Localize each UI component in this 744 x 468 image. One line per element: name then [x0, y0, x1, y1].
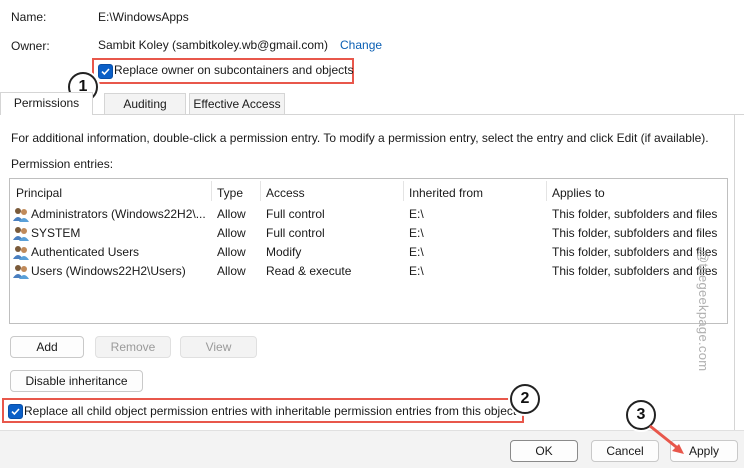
name-label: Name:: [11, 10, 47, 24]
column-separator[interactable]: [260, 181, 261, 201]
column-header-inherited-from[interactable]: Inherited from: [409, 186, 483, 200]
step-2-badge: 2: [510, 384, 540, 414]
watermark: @thegeekpage.com: [696, 250, 711, 372]
tab-effective-access[interactable]: Effective Access: [189, 93, 285, 114]
cell-inherited-from: E:\: [409, 207, 424, 221]
cell-access: Modify: [266, 245, 302, 259]
replace-owner-label: Replace owner on subcontainers and objec…: [114, 63, 354, 77]
table-row[interactable]: Authenticated Users Allow Modify E:\ Thi…: [10, 243, 727, 262]
ok-button[interactable]: OK: [510, 440, 578, 462]
users-group-icon: [13, 265, 29, 279]
users-group-icon: [13, 227, 29, 241]
column-header-applies-to[interactable]: Applies to: [552, 186, 605, 200]
pointer-arrow-icon: [649, 424, 684, 454]
cell-applies-to: This folder, subfolders and files: [552, 264, 718, 278]
cell-access: Full control: [266, 226, 325, 240]
cell-applies-to: This folder, subfolders and files: [552, 226, 718, 240]
cell-type: Allow: [217, 207, 246, 221]
cell-principal: Authenticated Users: [31, 245, 140, 259]
column-separator[interactable]: [546, 181, 547, 201]
cell-applies-to: This folder, subfolders and files: [552, 207, 718, 221]
info-text: For additional information, double-click…: [11, 131, 709, 145]
cell-type: Allow: [217, 264, 246, 278]
column-header-access[interactable]: Access: [266, 186, 305, 200]
cell-principal: Users (Windows22H2\Users): [31, 264, 186, 278]
cell-inherited-from: E:\: [409, 264, 424, 278]
users-group-icon: [13, 208, 29, 222]
replace-owner-checkbox[interactable]: [98, 64, 113, 79]
checkmark-icon: [101, 68, 110, 76]
remove-button[interactable]: Remove: [95, 336, 171, 358]
column-separator[interactable]: [403, 181, 404, 201]
cell-principal: SYSTEM: [31, 226, 81, 240]
checkmark-icon: [11, 408, 20, 416]
owner-label: Owner:: [11, 39, 50, 53]
cell-access: Read & execute: [266, 264, 352, 278]
name-value: E:\WindowsApps: [98, 10, 189, 24]
cell-type: Allow: [217, 245, 246, 259]
add-button[interactable]: Add: [10, 336, 84, 358]
permission-entries-list[interactable]: Principal Type Access Inherited from App…: [9, 178, 728, 324]
cell-principal: Administrators (Windows22H2\...: [31, 207, 206, 221]
disable-inheritance-button[interactable]: Disable inheritance: [10, 370, 143, 392]
cell-inherited-from: E:\: [409, 226, 424, 240]
table-row[interactable]: Users (Windows22H2\Users) Allow Read & e…: [10, 262, 727, 281]
table-row[interactable]: Administrators (Windows22H2\... Allow Fu…: [10, 205, 727, 224]
table-row[interactable]: SYSTEM Allow Full control E:\ This folde…: [10, 224, 727, 243]
cell-inherited-from: E:\: [409, 245, 424, 259]
tab-permissions[interactable]: Permissions: [0, 92, 93, 115]
users-group-icon: [13, 246, 29, 260]
tab-auditing[interactable]: Auditing: [104, 93, 186, 114]
column-header-type[interactable]: Type: [217, 186, 243, 200]
view-button[interactable]: View: [180, 336, 257, 358]
cell-type: Allow: [217, 226, 246, 240]
change-owner-link[interactable]: Change: [340, 38, 382, 52]
owner-value: Sambit Koley (sambitkoley.wb@gmail.com): [98, 38, 329, 52]
permission-entries-label: Permission entries:: [11, 157, 114, 171]
column-header-principal[interactable]: Principal: [16, 186, 62, 200]
cell-applies-to: This folder, subfolders and files: [552, 245, 718, 259]
replace-child-permissions-checkbox[interactable]: [8, 404, 23, 419]
column-separator[interactable]: [211, 181, 212, 201]
replace-child-permissions-label: Replace all child object permission entr…: [24, 404, 517, 418]
cell-access: Full control: [266, 207, 325, 221]
